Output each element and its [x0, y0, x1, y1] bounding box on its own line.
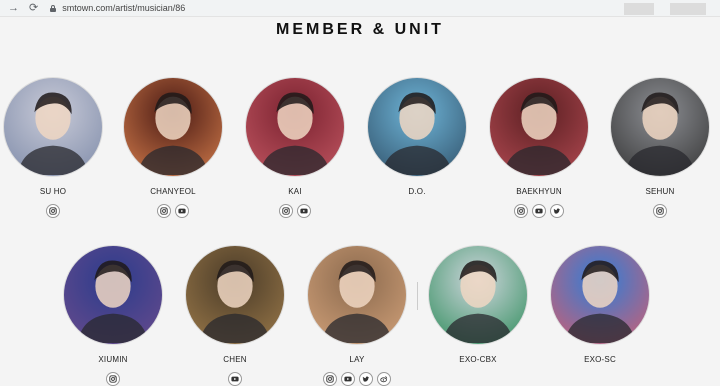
member-card[interactable]: CHANYEOL [113, 77, 233, 218]
instagram-icon[interactable] [106, 372, 120, 386]
member-avatar[interactable] [367, 77, 467, 177]
member-name[interactable]: EXO-SC [540, 355, 660, 364]
member-avatar[interactable] [550, 245, 650, 345]
member-name[interactable]: BAEKHYUN [479, 187, 599, 196]
instagram-icon[interactable] [323, 372, 337, 386]
member-card[interactable]: BAEKHYUN [479, 77, 599, 218]
member-card[interactable]: SEHUN [600, 77, 720, 218]
member-name[interactable]: XIUMIN [53, 355, 173, 364]
address-bar[interactable]: smtown.com/artist/musician/86 [50, 3, 185, 13]
member-card[interactable]: EXO-SC [540, 245, 660, 364]
youtube-icon[interactable] [228, 372, 242, 386]
member-card[interactable]: XIUMIN [53, 245, 173, 386]
youtube-icon[interactable] [297, 204, 311, 218]
member-avatar[interactable] [489, 77, 589, 177]
extension-button[interactable] [624, 3, 654, 15]
member-avatar[interactable] [63, 245, 163, 345]
social-links [53, 372, 173, 386]
social-links [600, 204, 720, 218]
member-card[interactable]: CHEN [175, 245, 295, 386]
unit-divider [417, 282, 418, 310]
member-name[interactable]: CHEN [175, 355, 295, 364]
url-text: smtown.com/artist/musician/86 [62, 3, 186, 13]
member-card[interactable]: LAY [297, 245, 417, 386]
member-avatar[interactable] [123, 77, 223, 177]
member-card[interactable]: D.O. [357, 77, 477, 196]
member-avatar[interactable] [3, 77, 103, 177]
instagram-icon[interactable] [653, 204, 667, 218]
social-links [175, 372, 295, 386]
member-avatar[interactable] [610, 77, 710, 177]
lock-icon [50, 4, 57, 12]
reload-icon[interactable]: ⟳ [29, 0, 38, 16]
member-name[interactable]: KAI [235, 187, 355, 196]
social-links [113, 204, 233, 218]
member-avatar[interactable] [185, 245, 285, 345]
youtube-icon[interactable] [341, 372, 355, 386]
forward-arrow-icon[interactable]: → [8, 0, 19, 16]
social-links [0, 204, 113, 218]
instagram-icon[interactable] [279, 204, 293, 218]
member-card[interactable]: EXO-CBX [418, 245, 538, 364]
social-links [235, 204, 355, 218]
member-name[interactable]: CHANYEOL [113, 187, 233, 196]
page-title: MEMBER & UNIT [276, 21, 444, 38]
member-name[interactable]: LAY [297, 355, 417, 364]
instagram-icon[interactable] [46, 204, 60, 218]
browser-toolbar: → ⟳ smtown.com/artist/musician/86 [0, 0, 720, 17]
social-links [297, 372, 417, 386]
twitter-icon[interactable] [359, 372, 373, 386]
instagram-icon[interactable] [514, 204, 528, 218]
profile-button[interactable] [670, 3, 706, 15]
member-card[interactable]: SU HO [0, 77, 113, 218]
member-avatar[interactable] [245, 77, 345, 177]
twitter-icon[interactable] [550, 204, 564, 218]
member-avatar[interactable] [307, 245, 407, 345]
social-links [479, 204, 599, 218]
member-name[interactable]: D.O. [357, 187, 477, 196]
youtube-icon[interactable] [532, 204, 546, 218]
weibo-icon[interactable] [377, 372, 391, 386]
member-name[interactable]: SU HO [0, 187, 113, 196]
instagram-icon[interactable] [157, 204, 171, 218]
youtube-icon[interactable] [175, 204, 189, 218]
member-name[interactable]: EXO-CBX [418, 355, 538, 364]
member-avatar[interactable] [428, 245, 528, 345]
member-card[interactable]: KAI [235, 77, 355, 218]
member-name[interactable]: SEHUN [600, 187, 720, 196]
